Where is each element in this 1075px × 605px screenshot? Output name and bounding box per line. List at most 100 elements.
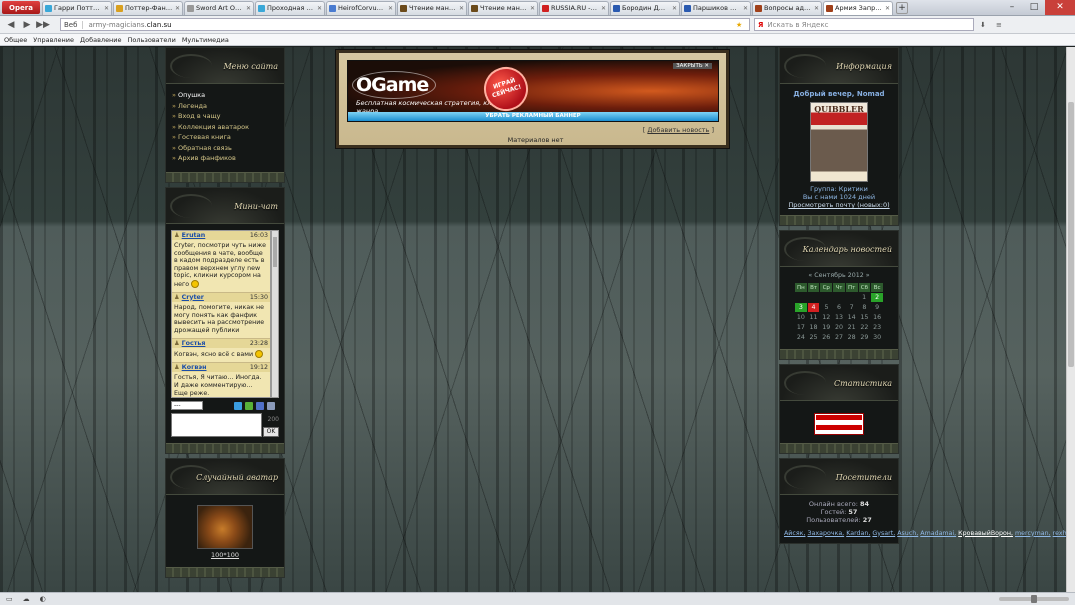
calendar-day[interactable]: 17: [795, 323, 808, 333]
random-avatar-caption[interactable]: 100*100: [172, 551, 278, 559]
browser-tab[interactable]: Армия Запретн...✕: [823, 0, 893, 15]
visit-counter[interactable]: [814, 412, 864, 435]
site-menu-item[interactable]: Архив фанфиков: [172, 153, 278, 164]
bookmark-item[interactable]: Добавление: [80, 36, 122, 44]
random-avatar-image[interactable]: [197, 504, 253, 549]
bookmark-star-icon[interactable]: ★: [736, 21, 746, 29]
tab-close-icon[interactable]: ✕: [104, 5, 109, 12]
calendar-day[interactable]: 15: [858, 313, 871, 323]
smiles-icon[interactable]: [234, 401, 242, 410]
chat-select[interactable]: ---: [171, 401, 203, 410]
calendar-day[interactable]: 26: [820, 333, 833, 343]
add-news-link[interactable]: [ Добавить новость ]: [643, 126, 714, 134]
calendar-day[interactable]: 30: [871, 333, 884, 343]
cloud-icon[interactable]: ☁: [23, 595, 30, 603]
scrollbar-thumb[interactable]: [1068, 102, 1074, 367]
calendar-day[interactable]: 16: [871, 313, 884, 323]
calendar-day[interactable]: 12: [820, 313, 833, 323]
ad-banner[interactable]: ЗАКРЫТЬ ✕ OGame Бесплатная космическая с…: [347, 60, 719, 122]
tab-close-icon[interactable]: ✕: [246, 5, 251, 12]
new-tab-button[interactable]: +: [896, 1, 908, 14]
online-user-link[interactable]: mercyman,: [1015, 530, 1051, 537]
calendar-day[interactable]: 8: [858, 303, 871, 313]
calendar-day[interactable]: 10: [795, 313, 808, 323]
site-menu-item[interactable]: Обратная связь: [172, 143, 278, 154]
site-menu-item[interactable]: Гостевая книга: [172, 132, 278, 143]
opera-menu-button[interactable]: Opera: [2, 1, 40, 14]
bookmark-item[interactable]: Общее: [4, 36, 27, 44]
calendar-day[interactable]: 19: [820, 323, 833, 333]
vertical-scrollbar[interactable]: [1066, 47, 1075, 592]
browser-tab[interactable]: Гарри Поттер ф...✕: [42, 0, 112, 15]
calendar-day[interactable]: 22: [858, 323, 871, 333]
search-input[interactable]: Я Искать в Яндекс: [754, 18, 974, 31]
calendar-day[interactable]: 6: [833, 303, 846, 313]
calendar-day[interactable]: 13: [833, 313, 846, 323]
browser-tab[interactable]: Вопросы админ...✕: [752, 0, 822, 15]
close-window-icon[interactable]: ✕: [1045, 0, 1075, 15]
chat-scrollbar[interactable]: [271, 229, 279, 398]
online-user-link[interactable]: rexhunter,: [1053, 530, 1066, 537]
calendar-day[interactable]: 27: [833, 333, 846, 343]
calendar-day[interactable]: 29: [858, 333, 871, 343]
refresh-icon[interactable]: [245, 401, 253, 410]
online-user-link[interactable]: Gysart,: [872, 530, 895, 537]
browser-tab[interactable]: HeirofCorvusPro...✕: [326, 0, 396, 15]
zoom-slider[interactable]: [999, 595, 1069, 603]
calendar-day[interactable]: 23: [871, 323, 884, 333]
calendar-day[interactable]: 2: [870, 292, 884, 303]
tab-close-icon[interactable]: ✕: [459, 5, 464, 12]
bookmark-item[interactable]: Управление: [33, 36, 74, 44]
calendar-day[interactable]: 25: [807, 333, 820, 343]
chat-ok-button[interactable]: OK: [263, 426, 279, 437]
bookmark-item[interactable]: Мультимедиа: [182, 36, 229, 44]
banner-close-button[interactable]: ЗАКРЫТЬ ✕: [673, 63, 712, 69]
calendar-day[interactable]: 5: [820, 303, 833, 313]
tab-close-icon[interactable]: ✕: [388, 5, 393, 12]
browser-tab[interactable]: Бородин Дмитр...✕: [610, 0, 680, 15]
browser-tab[interactable]: Поттер-Фанфик...✕: [113, 0, 183, 15]
calendar-day[interactable]: 20: [833, 323, 846, 333]
browser-tab[interactable]: Чтение манги Н...✕: [468, 0, 538, 15]
online-user-link[interactable]: Захарочка,: [807, 530, 844, 537]
menu-icon[interactable]: ≡: [996, 21, 1008, 29]
turbo-icon[interactable]: ◐: [40, 595, 46, 603]
calendar-day[interactable]: 11: [807, 313, 820, 323]
remove-banner-button[interactable]: УБРАТЬ РЕКЛАМНЫЙ БАННЕР: [348, 112, 718, 121]
tab-close-icon[interactable]: ✕: [601, 5, 606, 12]
site-menu-item[interactable]: Опушка: [172, 90, 278, 101]
chat-message-input[interactable]: [171, 412, 262, 437]
browser-tab[interactable]: Паршиков Мак...✕: [681, 0, 751, 15]
chat-username[interactable]: Erutan: [182, 232, 206, 239]
browser-tab[interactable]: Чтение манги С...✕: [397, 0, 467, 15]
tab-close-icon[interactable]: ✕: [530, 5, 535, 12]
chat-username[interactable]: Когвэн: [182, 364, 207, 371]
mail-link[interactable]: Просмотреть почту (новых:0): [784, 201, 894, 209]
browser-tab[interactable]: Sword Art Online...✕: [184, 0, 254, 15]
chat-username[interactable]: Гостья: [182, 340, 206, 347]
tab-close-icon[interactable]: ✕: [672, 5, 677, 12]
calendar-day[interactable]: 21: [845, 323, 858, 333]
calendar-day[interactable]: 24: [795, 333, 808, 343]
site-menu-item[interactable]: Вход в чащу: [172, 111, 278, 122]
calendar-day[interactable]: 3: [794, 302, 808, 313]
chat-user[interactable]: ♟ Cryter: [174, 294, 204, 302]
address-field[interactable]: Веб army-magicians.clan.su ★: [60, 18, 750, 31]
calendar-day[interactable]: 18: [807, 323, 820, 333]
site-menu-item[interactable]: Коллекция аватарок: [172, 122, 278, 133]
site-menu-item[interactable]: Легенда: [172, 101, 278, 112]
calendar-day[interactable]: 4: [806, 302, 821, 313]
help-icon[interactable]: [267, 401, 275, 410]
calendar-day[interactable]: 9: [871, 303, 884, 313]
browser-tab[interactable]: Проходная пешка✕: [255, 0, 325, 15]
tab-close-icon[interactable]: ✕: [317, 5, 322, 12]
bookmark-item[interactable]: Пользователи: [128, 36, 176, 44]
calendar-day[interactable]: 28: [845, 333, 858, 343]
chat-user[interactable]: ♟ Erutan: [174, 232, 205, 240]
tab-close-icon[interactable]: ✕: [743, 5, 748, 12]
panel-toggle-icon[interactable]: ▭: [6, 595, 13, 603]
tab-close-icon[interactable]: ✕: [175, 5, 180, 12]
calendar-day[interactable]: 1: [858, 293, 871, 303]
online-user-link[interactable]: Kardan,: [846, 530, 870, 537]
online-user-link[interactable]: Asuch,: [897, 530, 918, 537]
